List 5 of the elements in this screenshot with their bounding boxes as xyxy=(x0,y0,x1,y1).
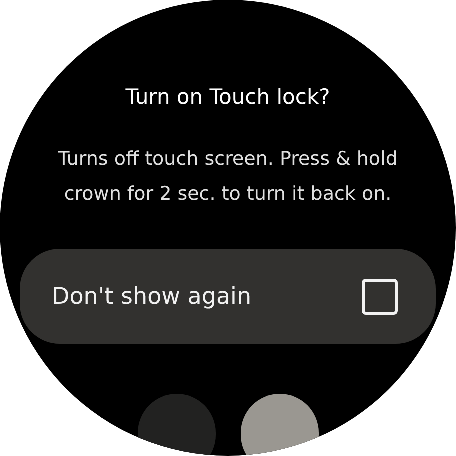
dialog-title: Turn on Touch lock? xyxy=(126,84,330,111)
dont-show-again-toggle[interactable]: Don't show again xyxy=(20,249,436,344)
option-label: Don't show again xyxy=(52,284,252,310)
dialog-message: Turns off touch screen. Press & hold crown for 2 sec. to turn it back on. xyxy=(58,147,398,207)
checkbox[interactable] xyxy=(362,278,398,314)
